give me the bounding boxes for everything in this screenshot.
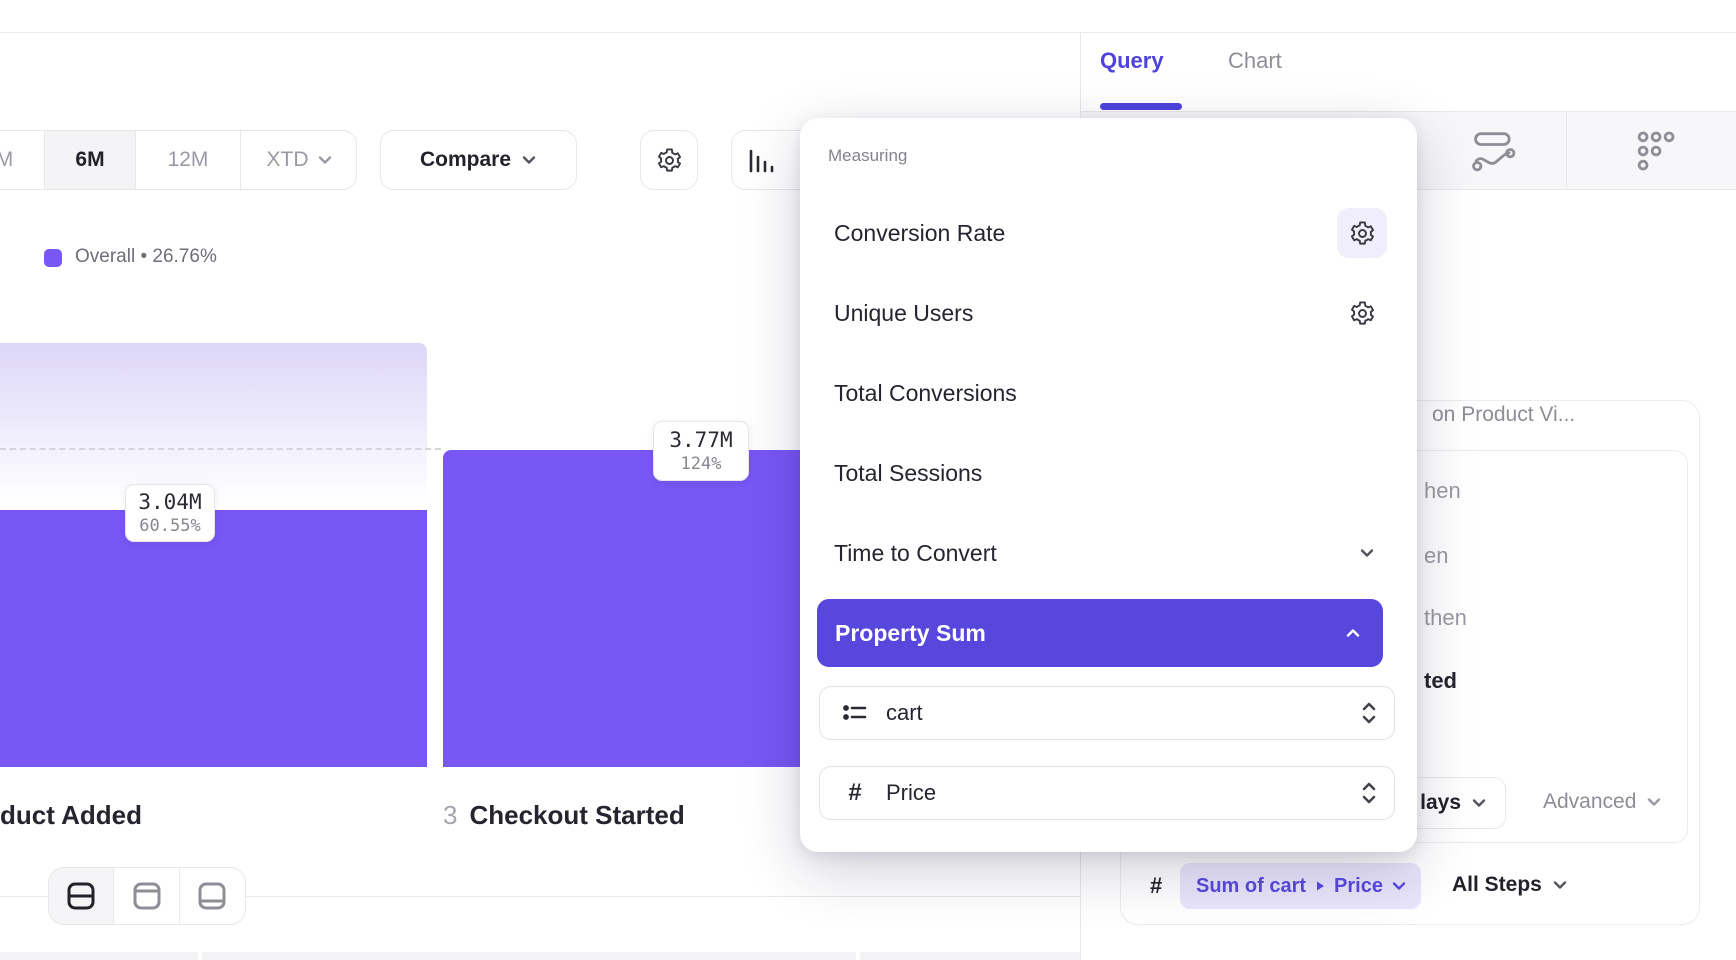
measuring-popup: Measuring Conversion Rate Unique Users T… — [800, 118, 1417, 852]
property-event-value: cart — [886, 700, 1342, 726]
chevron-up-icon — [1345, 625, 1361, 641]
measure-hash-prefix: # — [1150, 873, 1162, 899]
bar-1-value-label: 3.04M 60.55% — [125, 484, 215, 542]
layout-top-button[interactable] — [114, 868, 179, 924]
dots-grid-icon — [1629, 125, 1681, 177]
chart-settings-button[interactable] — [640, 130, 698, 190]
range-12m-label: 12M — [168, 148, 209, 172]
legend-swatch-overall — [44, 249, 62, 267]
step-label-product-added: duct Added — [0, 800, 142, 831]
popup-header: Measuring — [828, 146, 907, 166]
range-6m-label: 6M — [75, 148, 104, 172]
step-label-checkout-started: 3 Checkout Started — [443, 800, 685, 831]
step-2-number: 3 — [443, 800, 457, 830]
number-icon: # — [842, 779, 868, 807]
unique-users-settings-button[interactable] — [1337, 288, 1387, 338]
menu-item-conversion-rate[interactable]: Conversion Rate — [810, 197, 1407, 269]
menu-item-label: Unique Users — [834, 300, 973, 327]
card-title-fragment: on Product Vi... — [1432, 403, 1575, 427]
funnel-bar-2[interactable] — [443, 450, 808, 767]
property-field-select[interactable]: # Price — [819, 766, 1395, 820]
range-m-button[interactable]: M — [0, 131, 45, 189]
range-xtd-label: XTD — [267, 148, 309, 172]
gear-icon — [656, 147, 683, 174]
bar-2-percent: 124% — [681, 453, 722, 475]
chevron-down-icon — [521, 152, 537, 168]
bar-1-percent: 60.55% — [139, 515, 200, 537]
funnel-flow-view-button[interactable] — [1414, 112, 1574, 190]
property-field-value: Price — [886, 780, 1342, 806]
bar-2-value-label: 3.77M 124% — [653, 421, 749, 481]
step-row-fragment: hen — [1424, 478, 1461, 504]
step-row-fragment-active: ted — [1424, 668, 1457, 694]
chip-left-text: Sum of cart — [1196, 875, 1306, 898]
step-row-fragment: then — [1424, 605, 1467, 631]
menu-item-label: Total Conversions — [834, 380, 1017, 407]
conversion-rate-settings-button[interactable] — [1337, 208, 1387, 258]
bar-1-value: 3.04M — [138, 489, 201, 515]
active-tab-underline — [1100, 103, 1182, 110]
compare-label: Compare — [420, 148, 511, 172]
menu-item-unique-users[interactable]: Unique Users — [810, 277, 1407, 349]
step-row-fragment: en — [1424, 543, 1448, 569]
sum-of-cart-price-chip[interactable]: Sum of cart Price — [1180, 863, 1421, 909]
compare-button[interactable]: Compare — [380, 130, 577, 190]
select-updown-icon — [1360, 780, 1378, 806]
chevron-down-icon — [1552, 877, 1568, 893]
chip-right-text: Price — [1334, 875, 1383, 898]
menu-item-total-conversions[interactable]: Total Conversions — [810, 357, 1407, 429]
layout-bottom-icon — [196, 880, 228, 912]
step-1-label-text: duct Added — [0, 800, 142, 830]
menu-item-property-sum-selected[interactable]: Property Sum — [817, 599, 1383, 667]
funnel-bar-1[interactable] — [0, 510, 427, 767]
select-updown-icon — [1360, 700, 1378, 726]
menu-item-label: Conversion Rate — [834, 220, 1005, 247]
chevron-down-icon — [1646, 794, 1662, 810]
all-steps-label: All Steps — [1452, 873, 1542, 897]
tab-query[interactable]: Query — [1100, 48, 1164, 74]
triangle-right-icon — [1314, 880, 1326, 892]
tab-chart[interactable]: Chart — [1228, 48, 1282, 74]
table-column-divider — [856, 952, 860, 960]
menu-item-label: Total Sessions — [834, 460, 982, 487]
all-steps-dropdown[interactable]: All Steps — [1452, 873, 1568, 897]
menu-item-total-sessions[interactable]: Total Sessions — [810, 437, 1407, 509]
list-icon — [842, 700, 868, 726]
app-window: M 6M 12M XTD Compare Ov — [0, 0, 1736, 960]
step-2-label-text: Checkout Started — [469, 800, 684, 830]
layout-split-icon — [65, 880, 97, 912]
advanced-label: Advanced — [1543, 790, 1636, 814]
range-6m-button[interactable]: 6M — [45, 131, 136, 189]
property-event-select[interactable]: cart — [819, 686, 1395, 740]
layout-split-button[interactable] — [49, 868, 114, 924]
bar-chart-icon — [747, 145, 777, 175]
time-range-segmented-control: M 6M 12M XTD — [0, 130, 357, 190]
chevron-down-icon — [1391, 878, 1407, 894]
layout-bottom-button[interactable] — [180, 868, 245, 924]
funnel-bar-1-dropoff-cap — [0, 343, 427, 511]
gear-icon — [1349, 300, 1376, 327]
reference-dashed-line — [0, 448, 441, 450]
funnel-flow-icon — [1468, 125, 1520, 177]
steps-grid-view-button[interactable] — [1575, 112, 1735, 190]
range-12m-button[interactable]: 12M — [136, 131, 241, 189]
menu-item-label: Property Sum — [835, 620, 986, 647]
layout-switcher — [48, 867, 246, 925]
gear-icon — [1349, 220, 1376, 247]
breakdown-table-header-sliver — [0, 952, 1080, 960]
menu-item-time-to-convert[interactable]: Time to Convert — [810, 517, 1407, 589]
range-xtd-button[interactable]: XTD — [241, 131, 357, 189]
chevron-down-icon — [1471, 795, 1487, 811]
menu-item-label: Time to Convert — [834, 540, 997, 567]
advanced-dropdown[interactable]: Advanced — [1543, 790, 1662, 814]
legend-text: Overall • 26.76% — [75, 246, 217, 268]
bar-2-value: 3.77M — [669, 427, 732, 453]
conversion-window-label: lays — [1420, 791, 1461, 815]
top-bar — [0, 0, 1736, 33]
chevron-down-icon — [1359, 545, 1375, 561]
layout-top-icon — [131, 880, 163, 912]
range-m-label: M — [0, 148, 13, 172]
table-column-divider — [198, 952, 202, 960]
chevron-down-icon — [317, 152, 333, 168]
